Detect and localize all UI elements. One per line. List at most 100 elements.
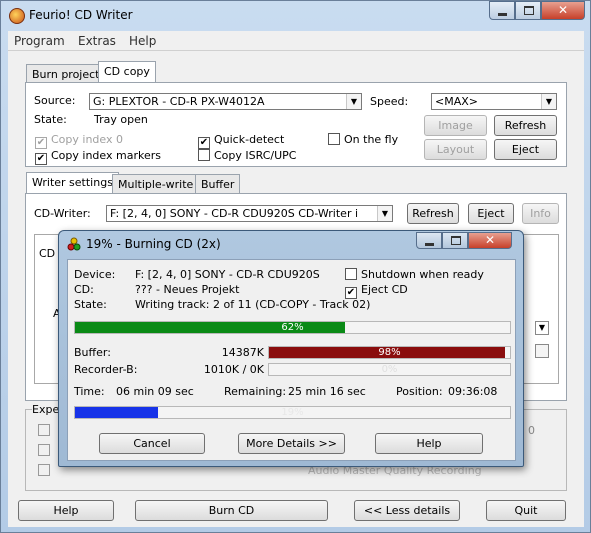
maximize-icon bbox=[524, 6, 534, 15]
menu-extras[interactable]: Extras bbox=[78, 34, 116, 48]
maximize-button[interactable] bbox=[515, 1, 541, 20]
time-label: Time: bbox=[74, 385, 105, 398]
dialog-help-button[interactable]: Help bbox=[375, 433, 483, 454]
tab-cd-copy[interactable]: CD copy bbox=[98, 61, 156, 83]
cd-writer-label: CD-Writer: bbox=[34, 207, 91, 220]
burn-status-icon bbox=[67, 237, 81, 251]
writer-info-button[interactable]: Info bbox=[522, 203, 559, 224]
recorder-progress-bar: 0% bbox=[268, 363, 511, 376]
copy-index-markers-label: Copy index markers bbox=[51, 149, 161, 162]
checkmark-icon: ✔ bbox=[198, 137, 210, 149]
cd-value: ??? - Neues Projekt bbox=[135, 283, 240, 296]
cd-writer-value: F: [2, 4, 0] SONY - CD-R CDU920S CD-Writ… bbox=[110, 207, 359, 220]
shutdown-label: Shutdown when ready bbox=[361, 268, 484, 281]
minimize-icon bbox=[498, 13, 507, 16]
tab-burn-project[interactable]: Burn project bbox=[26, 64, 106, 84]
checkmark-icon: ✔ bbox=[35, 137, 47, 149]
image-button[interactable]: Image bbox=[424, 115, 487, 136]
cd-label: CD: bbox=[74, 283, 94, 296]
burning-dialog: 19% - Burning CD (2x) ✕ Device: F: [2, 4… bbox=[58, 230, 524, 467]
expert-checkbox-1 bbox=[38, 424, 50, 436]
dialog-maximize-button[interactable] bbox=[442, 232, 468, 249]
position-value: 09:36:08 bbox=[448, 385, 498, 398]
dialog-state-value: Writing track: 2 of 11 (CD-COPY - Track … bbox=[135, 298, 371, 311]
window-title: Feurio! CD Writer bbox=[29, 8, 133, 22]
recorder-label: Recorder-B: bbox=[74, 363, 138, 376]
menu-help[interactable]: Help bbox=[129, 34, 156, 48]
checkmark-icon: ✔ bbox=[345, 287, 357, 299]
time-value: 06 min 09 sec bbox=[116, 385, 194, 398]
cancel-button[interactable]: Cancel bbox=[99, 433, 205, 454]
checkmark-icon: ✔ bbox=[35, 153, 47, 165]
cd-writer-select[interactable]: F: [2, 4, 0] SONY - CD-R CDU920S CD-Writ… bbox=[106, 205, 393, 222]
background-dropdown: ▼ bbox=[535, 321, 549, 335]
remaining-value: 25 min 16 sec bbox=[288, 385, 366, 398]
help-button[interactable]: Help bbox=[18, 500, 114, 521]
dialog-title: 19% - Burning CD (2x) bbox=[86, 237, 221, 251]
device-value: F: [2, 4, 0] SONY - CD-R CDU920S bbox=[135, 268, 320, 281]
quick-detect-label: Quick-detect bbox=[214, 133, 285, 146]
on-the-fly-checkbox[interactable]: On the fly bbox=[328, 133, 398, 146]
expert-checkbox-2 bbox=[38, 444, 50, 456]
expert-checkbox-3 bbox=[38, 464, 50, 476]
quit-button[interactable]: Quit bbox=[486, 500, 566, 521]
speed-label: Speed: bbox=[370, 95, 409, 108]
copy-index0-label: Copy index 0 bbox=[51, 133, 123, 146]
source-label: Source: bbox=[34, 94, 76, 107]
state-label: State: bbox=[34, 113, 67, 126]
speed-value: <MAX> bbox=[435, 95, 478, 108]
copy-isrc-label: Copy ISRC/UPC bbox=[214, 149, 297, 162]
source-select[interactable]: G: PLEXTOR - CD-R PX-W4012A ▼ bbox=[89, 93, 362, 110]
more-hint: 0 bbox=[528, 424, 535, 437]
cd-list-prefix: CD bbox=[39, 247, 56, 260]
copy-index-markers-checkbox[interactable]: ✔ Copy index markers bbox=[35, 149, 161, 165]
on-the-fly-label: On the fly bbox=[344, 133, 399, 146]
writer-refresh-button[interactable]: Refresh bbox=[407, 203, 459, 224]
buffer-value: 14387K bbox=[221, 346, 264, 359]
state-value: Tray open bbox=[94, 113, 148, 126]
expert-prefix: Expe bbox=[32, 403, 60, 416]
chevron-down-icon: ▼ bbox=[346, 94, 361, 109]
close-icon: ✕ bbox=[484, 233, 496, 247]
minimize-button[interactable] bbox=[489, 1, 515, 20]
menu-bar: Program Extras Help bbox=[8, 31, 584, 51]
minimize-icon bbox=[425, 243, 434, 246]
eject-cd-label: Eject CD bbox=[361, 283, 408, 296]
title-bar: Feurio! CD Writer ✕ bbox=[1, 1, 590, 31]
shutdown-checkbox[interactable]: Shutdown when ready bbox=[345, 268, 484, 281]
remaining-label: Remaining: bbox=[224, 385, 287, 398]
track-progress-text: 62% bbox=[281, 322, 304, 333]
chevron-down-icon: ▼ bbox=[377, 206, 392, 221]
dialog-body: Device: F: [2, 4, 0] SONY - CD-R CDU920S… bbox=[67, 259, 516, 461]
tab-writer-settings[interactable]: Writer settings bbox=[26, 172, 119, 194]
quick-detect-checkbox[interactable]: ✔ Quick-detect bbox=[198, 133, 284, 149]
dialog-state-label: State: bbox=[74, 298, 107, 311]
less-details-button[interactable]: << Less details bbox=[354, 500, 460, 521]
dialog-minimize-button[interactable] bbox=[416, 232, 442, 249]
recorder-value: 1010K / 0K bbox=[203, 363, 264, 376]
cd-copy-panel: Source: G: PLEXTOR - CD-R PX-W4012A ▼ Sp… bbox=[25, 82, 567, 167]
chevron-down-icon: ▼ bbox=[541, 94, 556, 109]
position-label: Position: bbox=[396, 385, 443, 398]
more-details-button[interactable]: More Details >> bbox=[238, 433, 345, 454]
source-refresh-button[interactable]: Refresh bbox=[494, 115, 557, 136]
recorder-progress-text: 0% bbox=[381, 364, 398, 375]
copy-isrc-checkbox[interactable]: Copy ISRC/UPC bbox=[198, 149, 296, 162]
eject-cd-checkbox[interactable]: ✔ Eject CD bbox=[345, 283, 408, 299]
background-spinner bbox=[535, 344, 549, 358]
layout-button[interactable]: Layout bbox=[424, 139, 487, 160]
source-eject-button[interactable]: Eject bbox=[494, 139, 557, 160]
buffer-progress-text: 98% bbox=[378, 347, 401, 358]
tab-multiple-write[interactable]: Multiple-write bbox=[112, 174, 200, 194]
source-value: G: PLEXTOR - CD-R PX-W4012A bbox=[93, 95, 265, 108]
writer-eject-button[interactable]: Eject bbox=[468, 203, 514, 224]
close-icon: ✕ bbox=[557, 3, 569, 17]
dialog-close-button[interactable]: ✕ bbox=[468, 232, 512, 249]
copy-index0-checkbox[interactable]: ✔ Copy index 0 bbox=[35, 133, 123, 149]
tab-buffer[interactable]: Buffer bbox=[195, 174, 241, 194]
speed-select[interactable]: <MAX> ▼ bbox=[431, 93, 557, 110]
device-label: Device: bbox=[74, 268, 116, 281]
burn-cd-button[interactable]: Burn CD bbox=[135, 500, 328, 521]
menu-program[interactable]: Program bbox=[14, 34, 65, 48]
close-button[interactable]: ✕ bbox=[541, 1, 585, 20]
